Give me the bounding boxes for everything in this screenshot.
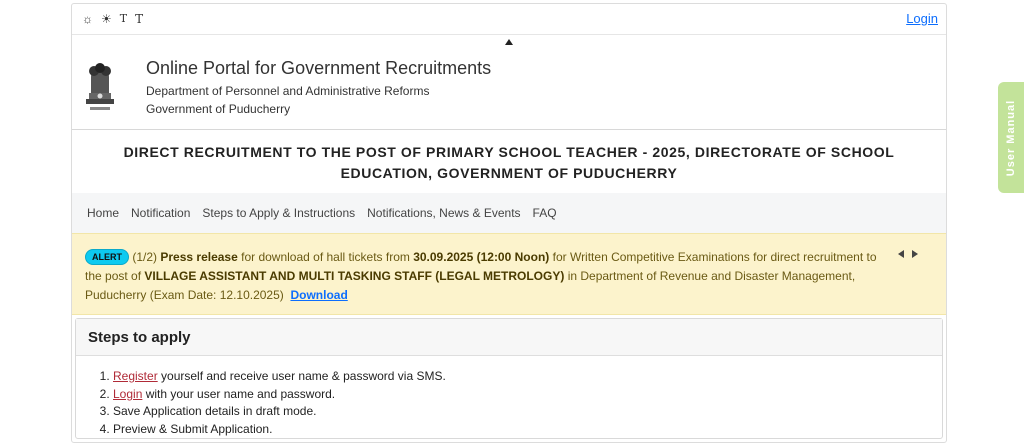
list-item: Register yourself and receive user name … xyxy=(113,368,942,386)
site-header: Online Portal for Government Recruitment… xyxy=(72,35,946,130)
steps-card-body: Register yourself and receive user name … xyxy=(76,356,942,438)
department-name: Department of Personnel and Administrati… xyxy=(146,84,430,98)
steps-card: Steps to apply Register yourself and rec… xyxy=(75,318,943,439)
state-emblem-icon xyxy=(86,63,114,110)
user-manual-tab[interactable]: User Manual xyxy=(998,82,1024,193)
portal-title: Online Portal for Government Recruitment… xyxy=(146,58,492,78)
alert-date-time: 30.09.2025 (12:00 Noon) xyxy=(413,250,550,264)
step-text: with your user name and password. xyxy=(142,386,336,401)
page-frame: ☼ ☀ T T Login Online Portal for Governme… xyxy=(71,3,947,443)
sun-solid-icon[interactable]: ☀ xyxy=(101,12,112,26)
next-arrow-icon[interactable] xyxy=(912,250,918,258)
alert-press-release: Press release xyxy=(160,250,238,264)
list-item: Preview & Submit Application. xyxy=(113,421,942,439)
nav-home[interactable]: Home xyxy=(87,206,119,220)
accessibility-controls: ☼ ☀ T T xyxy=(82,12,143,26)
main-nav: Home Notification Steps to Apply & Instr… xyxy=(72,193,946,233)
nav-notification[interactable]: Notification xyxy=(131,206,190,220)
recruitment-title: DIRECT RECRUITMENT TO THE POST OF PRIMAR… xyxy=(123,144,895,181)
alert-badge: ALERT xyxy=(85,249,129,265)
register-link[interactable]: Register xyxy=(113,369,158,383)
government-name: Government of Puducherry xyxy=(146,102,291,116)
steps-list: Register yourself and receive user name … xyxy=(76,368,942,438)
steps-card-header: Steps to apply xyxy=(76,319,942,356)
list-item: Save Application details in draft mode. xyxy=(113,403,942,421)
user-manual-label: User Manual xyxy=(1005,99,1017,176)
step-text: Preview & Submit Application. xyxy=(113,421,273,436)
alert-download-link[interactable]: Download xyxy=(290,288,347,302)
nav-steps-instructions[interactable]: Steps to Apply & Instructions xyxy=(202,206,355,220)
alert-text-1: for download of hall tickets from xyxy=(237,250,414,264)
alert-counter: (1/2) xyxy=(132,250,158,264)
list-item: Login with your user name and password. xyxy=(113,386,942,404)
text-size-decrease-button[interactable]: T xyxy=(120,12,127,26)
prev-arrow-icon[interactable] xyxy=(898,250,904,258)
top-bar: ☼ ☀ T T Login xyxy=(72,4,946,35)
steps-title: Steps to apply xyxy=(88,328,191,346)
nav-faq[interactable]: FAQ xyxy=(533,206,557,220)
nav-news-events[interactable]: Notifications, News & Events xyxy=(367,206,520,220)
step-text: yourself and receive user name & passwor… xyxy=(157,369,446,383)
login-link[interactable]: Login xyxy=(906,11,938,26)
alert-post-name: VILLAGE ASSISTANT AND MULTI TASKING STAF… xyxy=(144,269,565,283)
step-login-link[interactable]: Login xyxy=(113,387,142,401)
sun-outline-icon[interactable]: ☼ xyxy=(82,12,93,26)
step-text: Save Application details in draft mode. xyxy=(113,404,317,418)
alert-pager xyxy=(898,250,918,258)
text-size-increase-button[interactable]: T xyxy=(135,12,143,26)
alert-banner: ALERT (1/2) Press release for download o… xyxy=(72,233,946,315)
